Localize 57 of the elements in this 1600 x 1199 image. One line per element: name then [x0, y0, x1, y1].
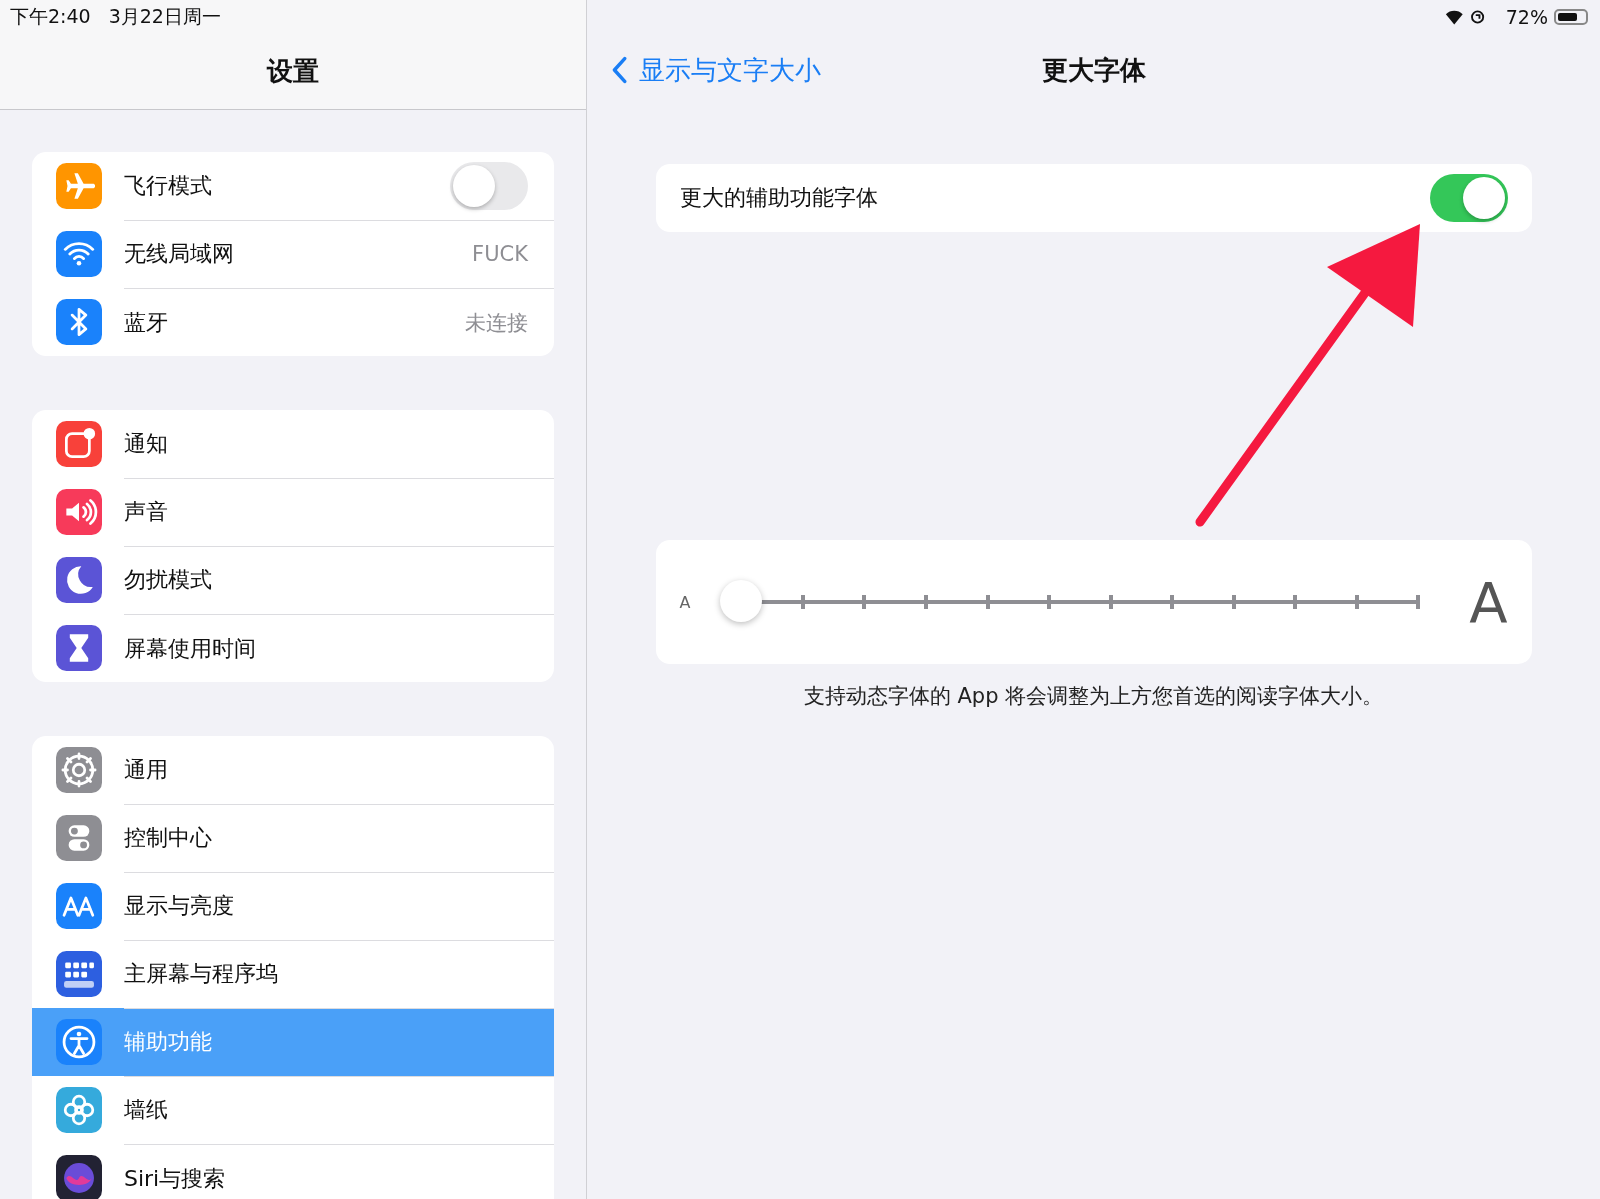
sidebar-title: 设置 [265, 55, 320, 88]
sidebar-item[interactable]: 主屏幕与程序坞 [32, 940, 554, 1008]
item-label: 显示与亮度 [124, 891, 234, 920]
sidebar-item[interactable]: 飞行模式 [32, 152, 554, 220]
item-label: 无线局域网 [124, 239, 234, 268]
small-text-label: A [679, 592, 691, 612]
airplane-icon [56, 163, 102, 209]
item-value: 未连接 [465, 310, 528, 337]
sidebar-item[interactable]: 通用 [32, 736, 554, 804]
battery-percent: 72% [1505, 6, 1548, 28]
page-title: 更大字体 [1041, 53, 1146, 87]
item-label: Siri与搜索 [124, 1165, 226, 1193]
notification-icon [56, 421, 102, 467]
item-label: 声音 [124, 497, 168, 526]
sidebar-item[interactable]: 勿扰模式 [32, 546, 554, 614]
item-label: 主屏幕与程序坞 [124, 959, 278, 988]
sidebar-item[interactable]: 屏幕使用时间 [32, 614, 554, 682]
grid-icon [56, 951, 102, 997]
flower-icon [56, 1087, 102, 1133]
battery-icon [1554, 9, 1588, 25]
item-label: 通用 [124, 755, 168, 784]
back-button[interactable]: 显示与文字大小 [611, 52, 821, 88]
item-label: 辅助功能 [124, 1027, 212, 1056]
large-text-label: A [1469, 569, 1508, 635]
back-chevron-icon [611, 56, 627, 84]
switches-icon [56, 815, 102, 861]
sidebar-item[interactable]: 无线局域网 FUCK [32, 220, 554, 288]
text-size-icon [56, 883, 102, 929]
hourglass-icon [56, 625, 102, 671]
item-label: 通知 [124, 429, 168, 458]
item-label: 飞行模式 [124, 171, 212, 200]
accessibility-icon [56, 1019, 102, 1065]
footer-note: 支持动态字体的 App 将会调整为上方您首选的阅读字体大小。 [803, 683, 1384, 710]
siri-icon [56, 1155, 102, 1199]
sidebar-item[interactable]: 控制中心 [32, 804, 554, 872]
item-label: 屏幕使用时间 [124, 635, 256, 663]
item-label: 蓝牙 [124, 309, 168, 337]
sidebar-item[interactable]: 通知 [32, 410, 554, 478]
status-date: 3月22日周一 [108, 4, 221, 29]
moon-icon [56, 557, 102, 603]
wifi-icon [56, 231, 102, 277]
status-time: 下午2:40 [10, 4, 91, 29]
item-label: 墙纸 [124, 1095, 168, 1124]
sound-icon [56, 489, 102, 535]
toggle-switch[interactable] [1429, 174, 1508, 222]
item-value: FUCK [472, 241, 528, 266]
setting-label: 更大的辅助功能字体 [679, 184, 878, 212]
sidebar-item[interactable]: 蓝牙 未连接 [32, 288, 554, 356]
sidebar-item[interactable]: Siri与搜索 [32, 1144, 554, 1199]
item-label: 勿扰模式 [124, 565, 212, 594]
sidebar-item[interactable]: 声音 [32, 478, 554, 546]
toggle-switch[interactable] [450, 161, 528, 210]
sidebar-item[interactable]: 显示与亮度 [32, 872, 554, 940]
item-label: 控制中心 [124, 823, 212, 852]
sidebar-item[interactable]: 墙纸 [32, 1076, 554, 1144]
bluetooth-icon [56, 299, 102, 345]
gear-icon [56, 747, 102, 793]
